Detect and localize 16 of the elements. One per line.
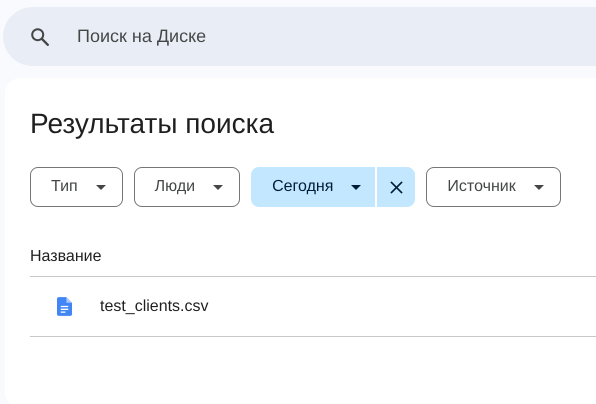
clear-filter-button[interactable] xyxy=(377,167,416,207)
caret-icon xyxy=(534,184,544,190)
filter-chip[interactable]: Тип xyxy=(30,167,123,207)
close-icon xyxy=(390,180,403,194)
caret-icon xyxy=(96,184,106,190)
search-field[interactable]: Поиск на Диске xyxy=(75,25,479,48)
filter-chip[interactable]: Сегодня xyxy=(251,167,376,207)
page-title: Результаты поиска xyxy=(30,107,276,141)
caret-icon xyxy=(213,184,224,190)
search-icon xyxy=(29,26,51,48)
file-name[interactable]: test_clients.csv xyxy=(100,298,208,316)
filter-chip[interactable]: Источник xyxy=(426,167,561,207)
column-header[interactable]: Название xyxy=(30,248,102,266)
filter-chip[interactable]: Люди xyxy=(134,167,240,207)
caret-icon xyxy=(351,184,362,190)
document-icon xyxy=(57,297,72,316)
